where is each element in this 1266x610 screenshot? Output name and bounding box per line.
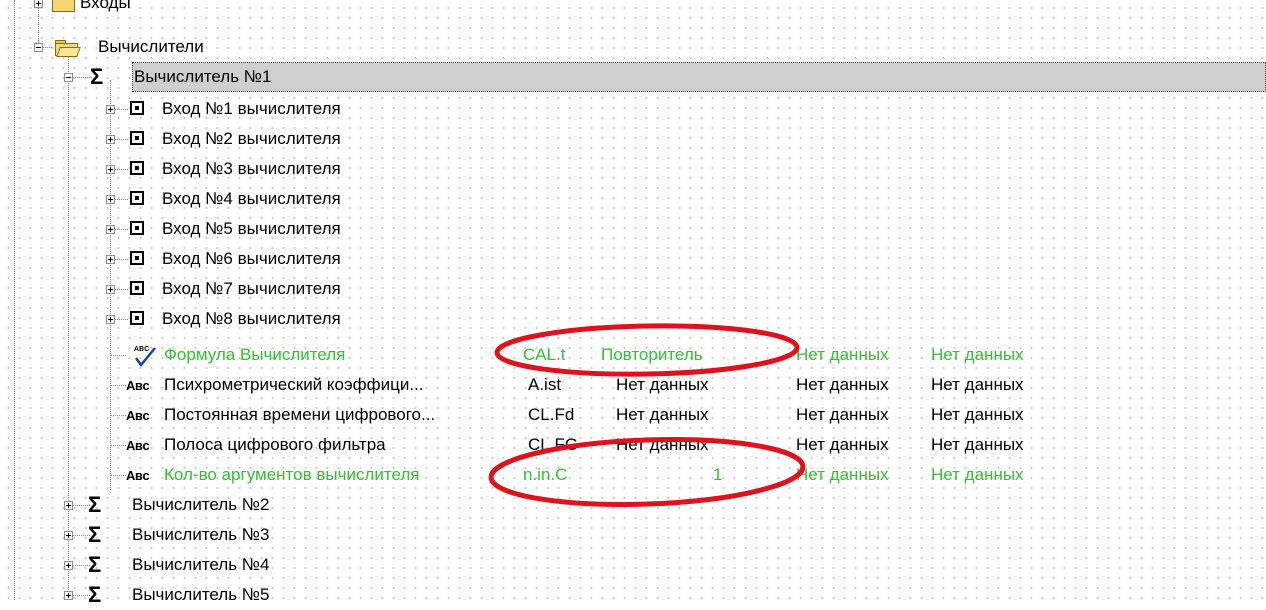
annotation-ellipse xyxy=(494,323,800,377)
annotation-layer xyxy=(488,323,806,507)
annotation-ellipse xyxy=(488,437,806,507)
